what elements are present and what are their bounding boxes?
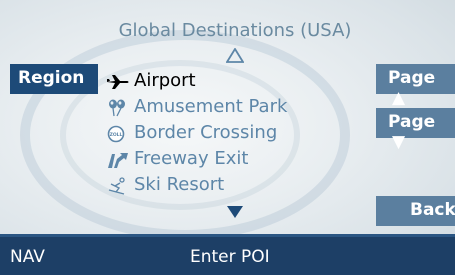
back-button-label: Back — [410, 200, 455, 220]
page-title: Global Destinations (USA) — [118, 20, 352, 41]
balloons-icon — [109, 99, 125, 117]
page-down-label: Page — [388, 112, 436, 132]
list-item-label: Amusement Park — [134, 96, 288, 117]
region-button[interactable]: Region — [10, 64, 98, 94]
region-button-label: Region — [18, 68, 85, 88]
svg-text:ZOLL: ZOLL — [110, 132, 123, 138]
scroll-up-indicator-icon[interactable] — [226, 48, 244, 64]
scroll-down-indicator-icon[interactable] — [226, 205, 244, 219]
list-item-label: Ski Resort — [134, 174, 225, 195]
list-item-label: Airport — [134, 70, 196, 91]
skier-icon — [108, 177, 125, 195]
freeway-exit-icon — [108, 153, 128, 168]
airplane-icon — [107, 75, 129, 89]
status-bar: NAV Enter POI — [0, 237, 455, 275]
customs-icon: ZOLL — [107, 125, 125, 143]
list-item-label: Freeway Exit — [134, 148, 249, 169]
page-down-button[interactable]: Page ▼ — [376, 108, 455, 152]
page-up-label: Page — [388, 68, 436, 88]
list-item-label: Border Crossing — [134, 122, 278, 143]
screen-mode-label: Enter POI — [190, 247, 270, 267]
back-button[interactable]: Back — [376, 196, 455, 226]
triangle-up-icon: ▲ — [392, 88, 406, 108]
nav-mode-label[interactable]: NAV — [10, 247, 45, 267]
nav-screen: Global Destinations (USA) Region Airport… — [0, 0, 455, 275]
page-up-button[interactable]: Page ▲ — [376, 64, 455, 108]
triangle-down-icon: ▼ — [392, 132, 406, 152]
